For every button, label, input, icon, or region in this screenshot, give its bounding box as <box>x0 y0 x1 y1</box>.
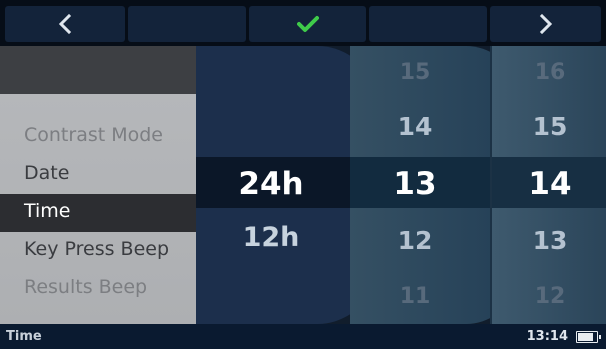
minute-picker[interactable]: 16 15 14 13 12 <box>490 46 606 324</box>
hour-option-selected[interactable]: 13 <box>350 166 480 202</box>
chevron-left-icon <box>58 14 72 34</box>
status-bar: Time 13:14 <box>0 324 606 349</box>
menu-item-label: Key Press Beep <box>24 238 170 260</box>
menu-item-label: Contrast Mode <box>24 124 163 146</box>
next-button[interactable] <box>490 6 601 42</box>
previous-button[interactable] <box>5 6 125 42</box>
hour-option[interactable]: 11 <box>350 284 480 309</box>
hour-option[interactable]: 14 <box>350 112 480 141</box>
menu-item-label: Time <box>24 200 71 222</box>
toolbar-blank-slot-1 <box>128 6 246 42</box>
checkmark-icon <box>296 16 319 32</box>
top-toolbar <box>0 0 606 46</box>
toolbar-blank-slot-2 <box>369 6 487 42</box>
format-option[interactable]: 12h <box>196 222 346 253</box>
device-screen: Contrast Mode Date Time Key Press Beep R… <box>0 0 606 349</box>
menu-item-label: Date <box>24 162 70 184</box>
battery-icon <box>576 331 601 343</box>
hour-option[interactable]: 15 <box>350 60 480 85</box>
status-clock: 13:14 <box>526 329 568 344</box>
format-option-selected[interactable]: 24h <box>196 166 346 202</box>
menu-item-label: Results Beep <box>24 276 148 298</box>
minute-option[interactable]: 15 <box>492 112 606 141</box>
minute-option[interactable]: 12 <box>492 284 606 309</box>
hour-option[interactable]: 12 <box>350 226 480 255</box>
confirm-button[interactable] <box>249 6 366 42</box>
minute-option-selected[interactable]: 14 <box>492 166 606 202</box>
status-title: Time <box>6 329 42 344</box>
chevron-right-icon <box>539 14 552 34</box>
minute-option[interactable]: 16 <box>492 60 606 85</box>
minute-option[interactable]: 13 <box>492 226 606 255</box>
battery-level <box>578 333 593 341</box>
